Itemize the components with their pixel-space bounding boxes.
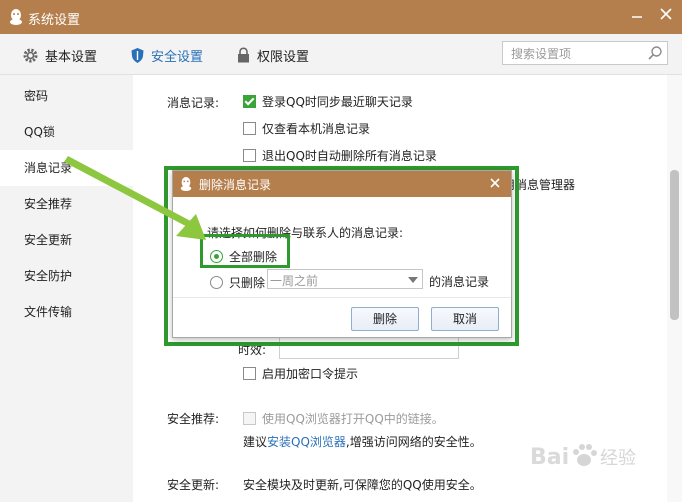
checkbox[interactable]	[243, 149, 256, 162]
svg-text:经验: 经验	[600, 448, 636, 469]
delete-message-record-dialog: 删除消息记录 请选择如何删除与联系人的消息记录: 全部删除 只删除 一周之前 的…	[172, 170, 512, 338]
safety-recommend-section-label: 安全推荐:	[167, 412, 220, 426]
checkbox[interactable]	[243, 122, 256, 135]
install-qq-browser-link[interactable]: 安装QQ浏览器	[267, 433, 346, 450]
suggest-prefix: 建议	[243, 435, 268, 449]
tab-permission-settings[interactable]: 权限设置	[236, 45, 309, 65]
sidebar-item-security-recommend[interactable]: 安全推荐	[0, 186, 133, 222]
sidebar-item-password[interactable]: 密码	[0, 78, 133, 114]
dialog-title: 删除消息记录	[199, 178, 272, 192]
close-icon[interactable]	[658, 6, 674, 22]
tab-label: 权限设置	[257, 49, 310, 65]
settings-sidebar: 密码 QQ锁 消息记录 安全推荐 安全更新 安全防护 文件传输	[0, 75, 133, 502]
message-record-section-label: 消息记录:	[167, 96, 220, 110]
tab-label: 基本设置	[45, 49, 98, 65]
option-delete-on-exit[interactable]: 退出QQ时自动删除所有消息记录	[243, 147, 437, 164]
option-use-qq-browser: 使用QQ浏览器打开QQ中的链接。	[243, 410, 444, 427]
option-label: 仅查看本机消息记录	[262, 122, 371, 136]
radio-delete-only[interactable]: 只删除	[210, 274, 265, 291]
safety-update-section-label: 安全更新:	[167, 478, 220, 492]
option-label: 登录QQ时同步最近聊天记录	[262, 95, 413, 109]
checkbox	[243, 412, 256, 425]
delete-button[interactable]: 删除	[351, 307, 419, 331]
tab-basic-settings[interactable]: 基本设置	[22, 45, 97, 65]
cancel-button[interactable]: 取消	[431, 307, 499, 331]
svg-text:Bai: Bai	[530, 445, 569, 470]
lock-icon	[238, 46, 249, 62]
radio-delete-all[interactable]: 全部删除	[210, 248, 277, 265]
window-title: 系统设置	[28, 13, 81, 28]
radio-label: 全部删除	[229, 250, 278, 264]
tab-label: 安全设置	[151, 49, 204, 65]
chevron-down-icon	[408, 277, 418, 283]
radio-button[interactable]	[210, 250, 223, 263]
dialog-titlebar: 删除消息记录	[173, 171, 511, 197]
qq-logo-icon	[10, 9, 22, 25]
qq-logo-icon	[180, 177, 192, 191]
option-label: 使用QQ浏览器打开QQ中的链接。	[262, 412, 444, 426]
gear-icon	[23, 48, 38, 62]
tab-security-settings[interactable]: 安全设置	[130, 45, 203, 65]
search-icon[interactable]	[647, 45, 663, 61]
suggest-suffix: ,增强访问网络的安全性。	[345, 435, 482, 449]
checkbox[interactable]	[243, 95, 256, 108]
dialog-divider	[173, 297, 511, 298]
search-box	[502, 41, 668, 65]
safety-update-text: 安全模块及时更新,可保障您的QQ使用安全。	[243, 478, 482, 492]
option-encrypt-password-hint[interactable]: 启用加密口令提示	[243, 365, 358, 382]
settings-tabbar: 基本设置 安全设置 权限设置	[0, 34, 682, 75]
install-browser-suggestion: 建议 安装QQ浏览器 ,增强访问网络的安全性。	[243, 433, 482, 450]
delete-period-select[interactable]: 一周之前	[267, 269, 423, 289]
radio-button[interactable]	[210, 276, 223, 289]
minimize-icon[interactable]	[630, 6, 644, 20]
sidebar-item-message-record[interactable]: 消息记录	[0, 150, 133, 186]
delete-only-suffix: 的消息记录	[429, 275, 490, 289]
sidebar-item-security-protect[interactable]: 安全防护	[0, 258, 133, 294]
sidebar-item-file-transfer[interactable]: 文件传输	[0, 294, 133, 330]
option-label: 启用加密口令提示	[262, 367, 359, 381]
sidebar-item-security-update[interactable]: 安全更新	[0, 222, 133, 258]
option-label: 退出QQ时自动删除所有消息记录	[262, 149, 437, 163]
sidebar-item-qq-lock[interactable]: QQ锁	[0, 114, 133, 150]
window-titlebar: 系统设置	[0, 0, 682, 34]
shield-icon	[131, 47, 144, 63]
select-value: 一周之前	[270, 274, 319, 288]
search-input[interactable]	[509, 43, 649, 65]
checkbox[interactable]	[243, 367, 256, 380]
option-local-only[interactable]: 仅查看本机消息记录	[243, 120, 370, 137]
option-sync-recent-history[interactable]: 登录QQ时同步最近聊天记录	[243, 93, 413, 110]
scrollbar-thumb[interactable]	[670, 170, 679, 320]
baidu-jingyan-watermark: Bai 经验	[530, 444, 636, 470]
radio-label: 只删除	[229, 276, 266, 290]
close-icon[interactable]	[489, 177, 501, 189]
